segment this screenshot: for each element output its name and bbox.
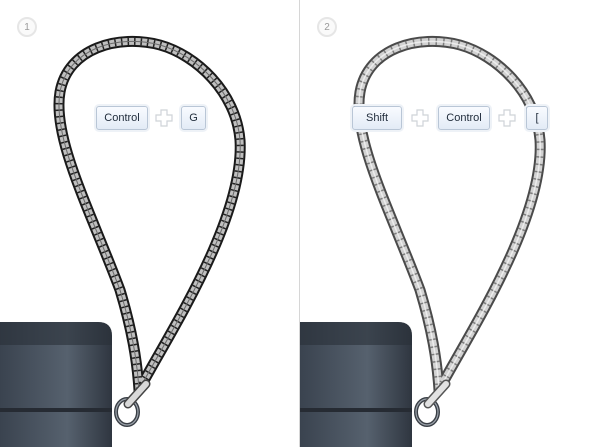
key-shift: Shift: [352, 106, 402, 130]
plus-icon: [411, 109, 429, 127]
step-2-panel: 2 Shift Control [: [300, 0, 599, 447]
strap-illustration: [0, 36, 246, 447]
strap-illustration: [300, 36, 546, 447]
tutorial-illustration: 1 Control G 2 Shift Control [: [0, 0, 600, 447]
key-control: Control: [438, 106, 490, 130]
key-g: G: [181, 106, 206, 130]
step-number-badge: 2: [317, 17, 337, 37]
device-body: [300, 322, 412, 447]
plus-icon: [498, 109, 516, 127]
plus-icon: [155, 109, 173, 127]
key-control: Control: [96, 106, 148, 130]
step-number-badge: 1: [17, 17, 37, 37]
key-left-bracket: [: [526, 106, 548, 130]
device-body: [0, 322, 112, 447]
step-1-panel: 1 Control G: [0, 0, 299, 447]
